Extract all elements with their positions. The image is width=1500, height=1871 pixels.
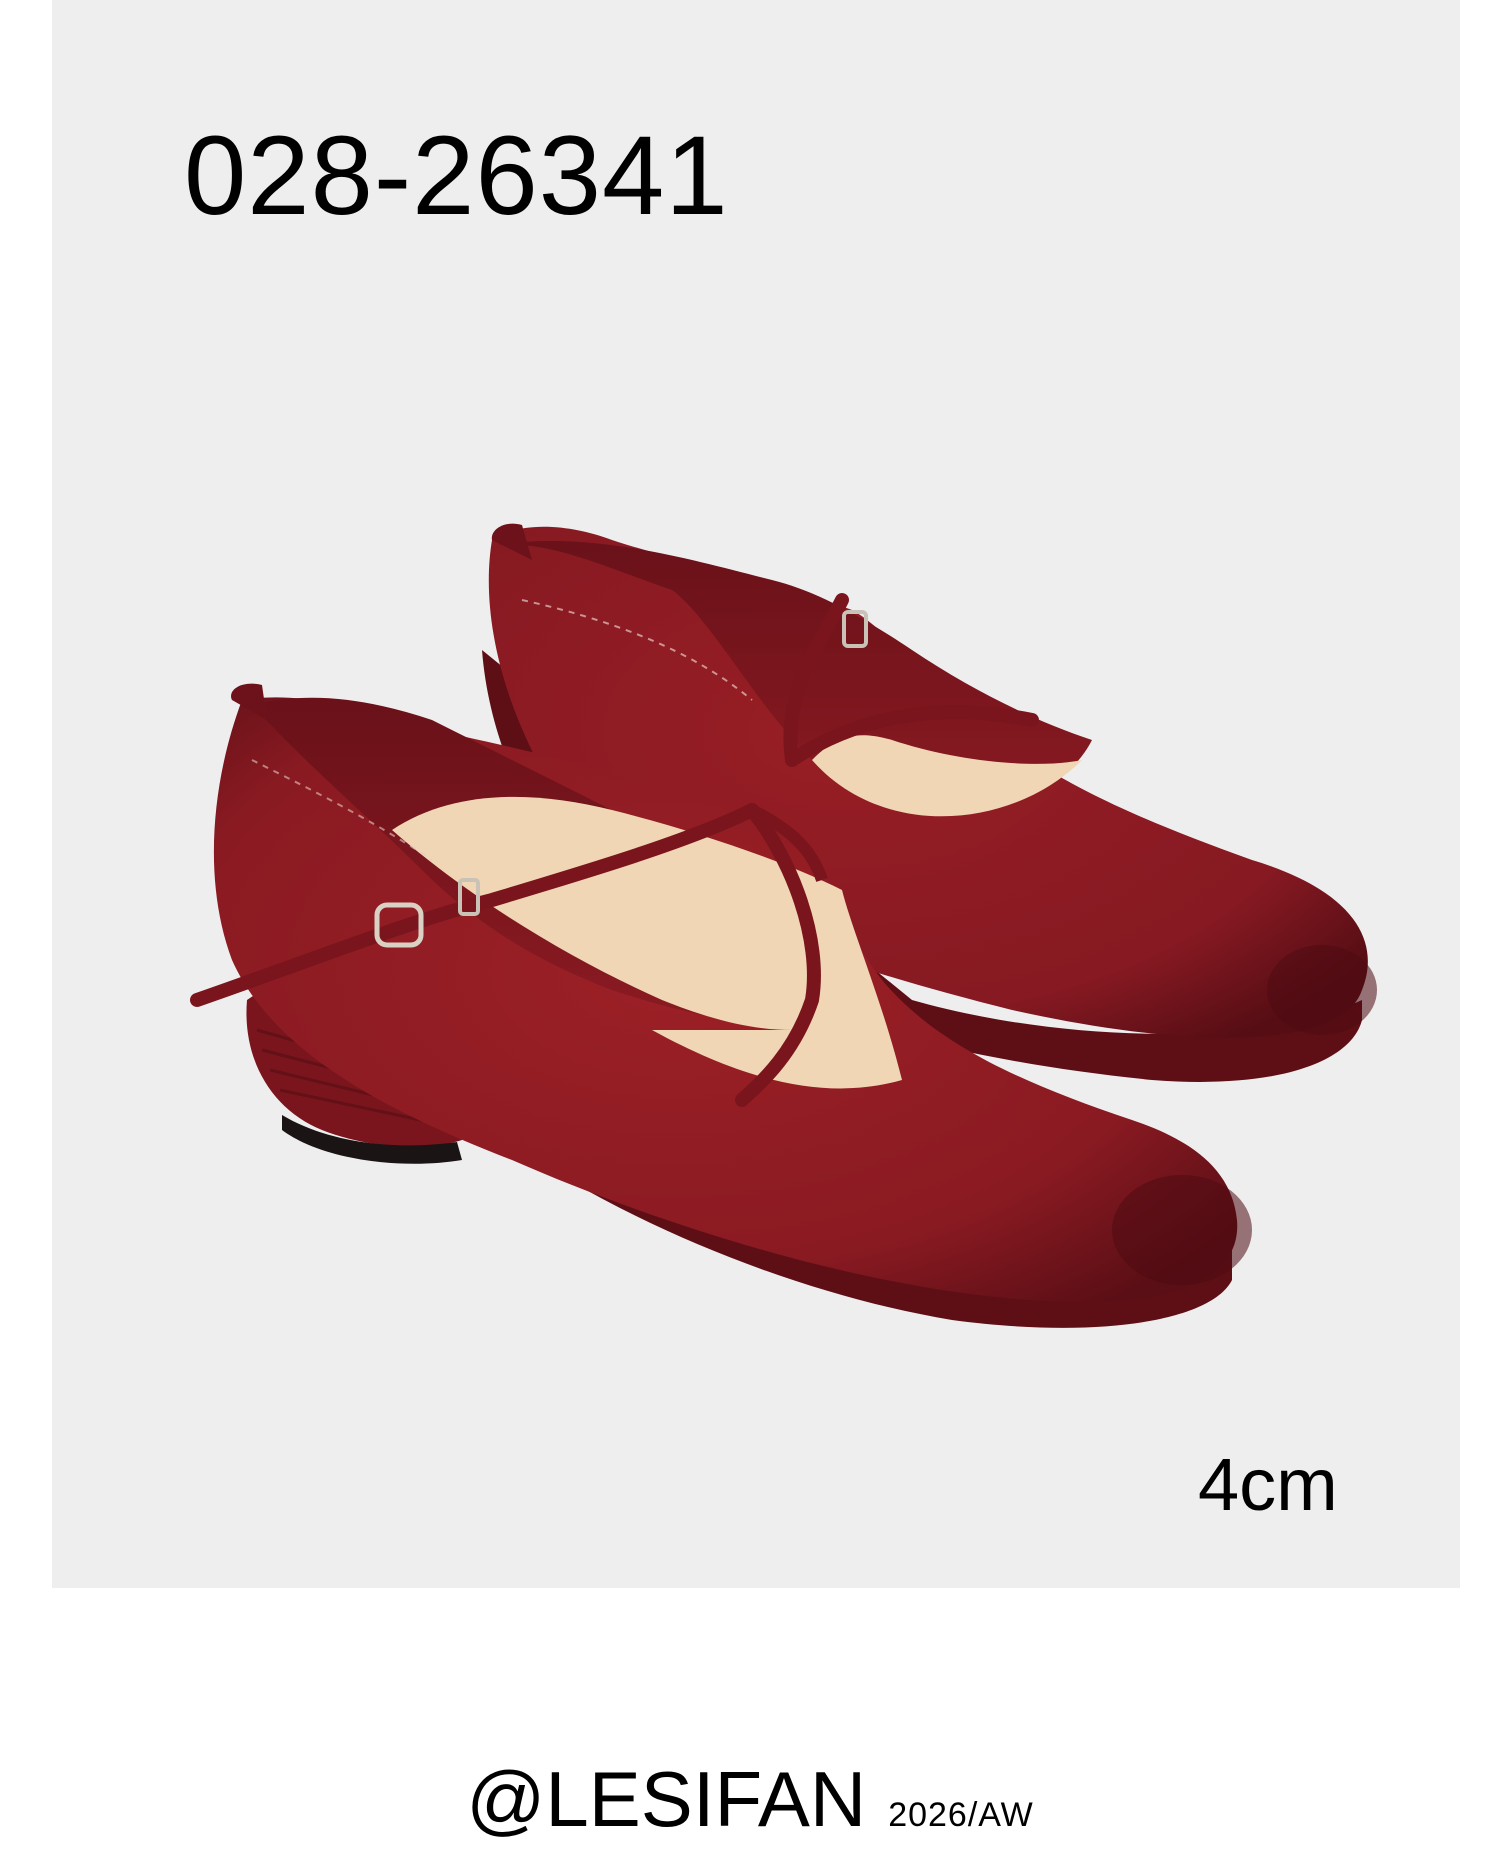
season-label: 2026/AW xyxy=(888,1796,1034,1834)
product-sku: 028-26341 xyxy=(184,113,729,238)
footer-brand-line: @LESIFAN 2026/AW xyxy=(0,1760,1500,1838)
brand-name: @LESIFAN xyxy=(466,1755,867,1843)
heel-height-label: 4cm xyxy=(1198,1443,1338,1526)
product-photo-red-suede-mary-janes xyxy=(190,523,1377,1328)
